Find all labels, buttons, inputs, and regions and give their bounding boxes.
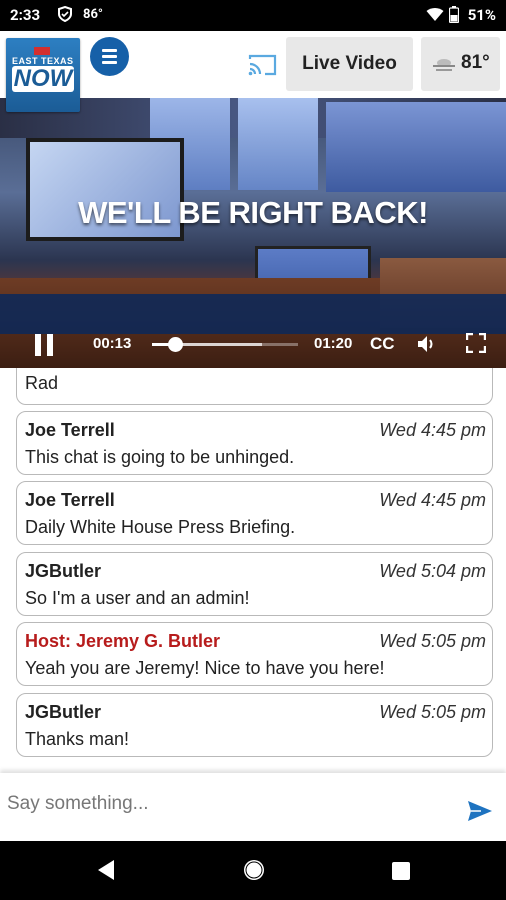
status-bar: 2:33 86° 51% [0,0,506,31]
chat-message: JGButler Wed 5:05 pm Thanks man! [16,693,493,757]
message-text: Daily White House Press Briefing. [25,517,296,537]
station-logo[interactable]: EAST TEXAS NOW [6,38,80,112]
status-temperature: 86° [83,7,103,22]
send-icon[interactable] [467,800,493,827]
player-controls: 00:13 01:20 CC [0,320,506,368]
recents-icon[interactable] [391,861,411,886]
home-icon[interactable] [241,857,267,888]
message-text: So I'm a user and an admin! [25,588,250,608]
chat-input-bar [0,773,506,841]
fullscreen-icon[interactable] [465,332,487,358]
shield-icon [58,5,72,26]
chat-input[interactable] [0,783,449,825]
message-time: Wed 4:45 pm [379,490,486,510]
seek-knob[interactable] [168,337,184,352]
chat-list[interactable]: Rad Joe Terrell Wed 4:45 pm This chat is… [0,368,506,773]
message-author: JGButler [25,702,102,722]
chat-message-host: Host: Jeremy G. Butler Wed 5:05 pm Yeah … [16,622,493,686]
message-author: Joe Terrell [25,420,115,440]
weather-fog-icon [432,55,456,78]
message-text: Yeah you are Jeremy! Nice to have you he… [25,658,385,678]
message-text: Rad [25,373,59,393]
current-time: 00:13 [93,335,132,352]
message-author: JGButler [25,561,102,581]
message-time: Wed 5:05 pm [379,631,486,651]
weather-button[interactable]: 81° [421,37,500,91]
closed-captions-button[interactable]: CC [370,334,395,354]
status-time: 2:33 [10,6,41,24]
message-time: Wed 5:04 pm [379,561,486,581]
battery-percent: 51% [467,6,496,24]
weather-temperature: 81° [461,52,490,73]
message-author-host: Host: Jeremy G. Butler [25,631,221,651]
live-video-button[interactable]: Live Video [286,37,413,91]
message-author: Joe Terrell [25,490,115,510]
battery-icon [448,6,460,27]
message-text: Thanks man! [25,729,130,749]
cast-icon[interactable] [248,53,278,82]
message-time: Wed 5:05 pm [379,702,486,722]
wifi-icon [426,7,444,26]
seek-bar[interactable] [152,337,298,352]
chat-message: Joe Terrell Wed 4:45 pm This chat is goi… [16,411,493,475]
menu-button[interactable] [90,37,129,76]
video-player[interactable]: WE'LL BE RIGHT BACK! 00:13 01:20 CC [0,98,506,368]
system-nav-bar [0,841,506,900]
back-icon[interactable] [96,859,116,886]
pause-icon[interactable] [34,334,54,361]
duration: 01:20 [314,335,353,352]
studio-window [326,102,506,192]
message-text: This chat is going to be unhinged. [25,447,295,467]
message-time: Wed 4:45 pm [379,420,486,440]
chat-message: Joe Terrell Wed 4:45 pm Daily White Hous… [16,481,493,545]
chat-message: JGButler Wed 5:04 pm So I'm a user and a… [16,552,493,616]
logo-mark [34,47,50,55]
logo-line2: NOW [12,65,74,92]
studio-window [238,98,318,190]
app-header: EAST TEXAS NOW Live Video 81° [0,31,506,112]
chat-message: Rad [16,368,493,405]
volume-icon[interactable] [416,333,438,360]
video-banner-text: WE'LL BE RIGHT BACK! [78,195,428,230]
